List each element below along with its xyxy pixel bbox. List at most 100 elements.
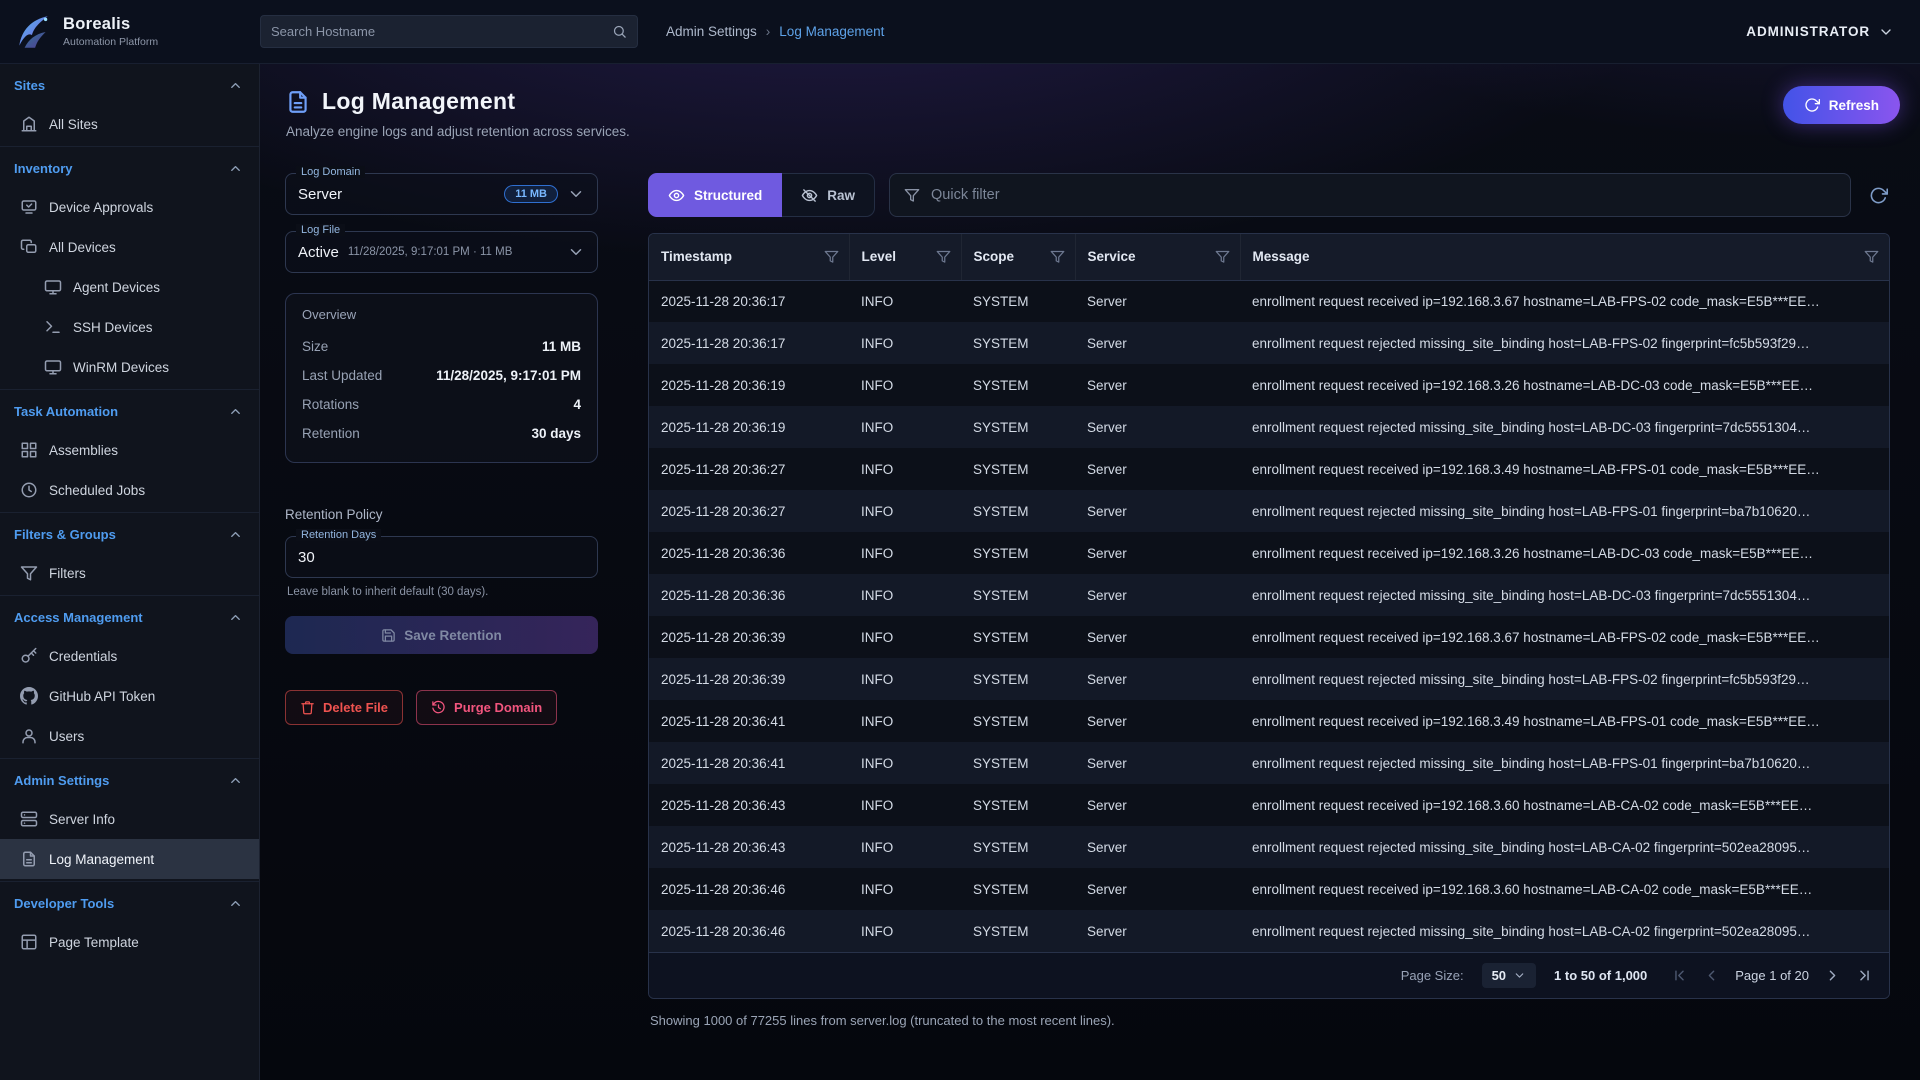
cell-level: INFO xyxy=(849,574,961,616)
filter-icon[interactable] xyxy=(936,249,951,264)
log-viewer: Structured Raw xyxy=(648,173,1890,1028)
chevron-down-icon xyxy=(567,243,585,261)
funnel-icon xyxy=(20,564,38,582)
cell-message: enrollment request received ip=192.168.3… xyxy=(1240,364,1889,406)
sidebar-section-developer-tools[interactable]: Developer Tools xyxy=(0,884,259,922)
hostname-search[interactable] xyxy=(260,15,638,48)
filter-icon[interactable] xyxy=(1864,249,1879,264)
table-row[interactable]: 2025-11-28 20:36:41 INFO SYSTEM Server e… xyxy=(649,742,1889,784)
quick-filter-input[interactable] xyxy=(931,187,1836,203)
sidebar-section-filters-groups[interactable]: Filters & Groups xyxy=(0,515,259,553)
sidebar-item-github-api-token[interactable]: GitHub API Token xyxy=(0,676,259,716)
cell-level: INFO xyxy=(849,742,961,784)
grid-icon xyxy=(20,441,38,459)
monitor-icon xyxy=(44,358,62,376)
save-retention-button[interactable]: Save Retention xyxy=(285,616,598,654)
sidebar-item-server-info[interactable]: Server Info xyxy=(0,799,259,839)
hostname-search-input[interactable] xyxy=(271,24,612,39)
chevron-up-icon xyxy=(228,773,243,788)
sidebar-item-assemblies[interactable]: Assemblies xyxy=(0,430,259,470)
cell-timestamp: 2025-11-28 20:36:46 xyxy=(649,910,849,952)
user-menu[interactable]: ADMINISTRATOR xyxy=(1746,24,1894,40)
table-row[interactable]: 2025-11-28 20:36:27 INFO SYSTEM Server e… xyxy=(649,490,1889,532)
cell-message: enrollment request rejected missing_site… xyxy=(1240,826,1889,868)
eye-icon xyxy=(668,187,685,204)
sidebar-item-page-template[interactable]: Page Template xyxy=(0,922,259,962)
sidebar-item-agent-devices[interactable]: Agent Devices xyxy=(0,267,259,307)
log-domain-select[interactable]: Log Domain Server 11 MB xyxy=(285,173,598,215)
table-row[interactable]: 2025-11-28 20:36:36 INFO SYSTEM Server e… xyxy=(649,532,1889,574)
tab-raw[interactable]: Raw xyxy=(782,173,875,217)
chevron-up-icon xyxy=(228,404,243,419)
refresh-button[interactable]: Refresh xyxy=(1783,86,1900,124)
log-file-value: Active xyxy=(298,244,339,261)
filter-icon[interactable] xyxy=(1050,249,1065,264)
table-row[interactable]: 2025-11-28 20:36:27 INFO SYSTEM Server e… xyxy=(649,448,1889,490)
overview-card: Overview Size 11 MB Last Updated 11/28/2… xyxy=(285,293,598,463)
brand-name: Borealis xyxy=(63,15,158,33)
cell-service: Server xyxy=(1075,574,1240,616)
filter-icon[interactable] xyxy=(824,249,839,264)
sidebar-section-sites[interactable]: Sites xyxy=(0,66,259,104)
table-row[interactable]: 2025-11-28 20:36:46 INFO SYSTEM Server e… xyxy=(649,910,1889,952)
cell-service: Server xyxy=(1075,658,1240,700)
table-row[interactable]: 2025-11-28 20:36:43 INFO SYSTEM Server e… xyxy=(649,784,1889,826)
sidebar-item-device-approvals[interactable]: Device Approvals xyxy=(0,187,259,227)
delete-file-button[interactable]: Delete File xyxy=(285,690,403,725)
table-row[interactable]: 2025-11-28 20:36:19 INFO SYSTEM Server e… xyxy=(649,364,1889,406)
cell-level: INFO xyxy=(849,532,961,574)
sidebar-item-scheduled-jobs[interactable]: Scheduled Jobs xyxy=(0,470,259,510)
table-row[interactable]: 2025-11-28 20:36:39 INFO SYSTEM Server e… xyxy=(649,658,1889,700)
retention-days-field[interactable]: Retention Days xyxy=(285,536,598,578)
cell-timestamp: 2025-11-28 20:36:27 xyxy=(649,448,849,490)
first-page-button[interactable] xyxy=(1671,967,1688,984)
sidebar-item-ssh-devices[interactable]: SSH Devices xyxy=(0,307,259,347)
sidebar-section-task-automation[interactable]: Task Automation xyxy=(0,392,259,430)
cell-scope: SYSTEM xyxy=(961,910,1075,952)
cell-service: Server xyxy=(1075,490,1240,532)
table-row[interactable]: 2025-11-28 20:36:17 INFO SYSTEM Server e… xyxy=(649,280,1889,322)
sidebar-section-access-management[interactable]: Access Management xyxy=(0,598,259,636)
sidebar-item-all-devices[interactable]: All Devices xyxy=(0,227,259,267)
table-refresh-button[interactable] xyxy=(1867,184,1890,207)
retention-days-input[interactable] xyxy=(298,549,585,566)
breadcrumb-current[interactable]: Log Management xyxy=(779,24,884,39)
sidebar-item-users[interactable]: Users xyxy=(0,716,259,756)
page-indicator: Page 1 of 20 xyxy=(1735,968,1809,983)
cell-level: INFO xyxy=(849,826,961,868)
retention-days-label: Retention Days xyxy=(296,529,381,541)
purge-domain-button[interactable]: Purge Domain xyxy=(416,690,557,725)
prev-page-button[interactable] xyxy=(1703,967,1720,984)
quick-filter[interactable] xyxy=(889,173,1851,217)
table-row[interactable]: 2025-11-28 20:36:17 INFO SYSTEM Server e… xyxy=(649,322,1889,364)
sidebar-item-log-management[interactable]: Log Management xyxy=(0,839,259,879)
cell-scope: SYSTEM xyxy=(961,658,1075,700)
cell-level: INFO xyxy=(849,910,961,952)
log-file-select[interactable]: Log File Active 11/28/2025, 9:17:01 PM ·… xyxy=(285,231,598,273)
table-row[interactable]: 2025-11-28 20:36:39 INFO SYSTEM Server e… xyxy=(649,616,1889,658)
cell-timestamp: 2025-11-28 20:36:41 xyxy=(649,742,849,784)
sidebar-item-winrm-devices[interactable]: WinRM Devices xyxy=(0,347,259,387)
sidebar-section-inventory[interactable]: Inventory xyxy=(0,149,259,187)
sidebar-item-credentials[interactable]: Credentials xyxy=(0,636,259,676)
chevron-up-icon xyxy=(228,896,243,911)
table-row[interactable]: 2025-11-28 20:36:41 INFO SYSTEM Server e… xyxy=(649,700,1889,742)
sidebar-section-admin-settings[interactable]: Admin Settings xyxy=(0,761,259,799)
page-size-select[interactable]: 50 xyxy=(1482,963,1536,988)
table-row[interactable]: 2025-11-28 20:36:19 INFO SYSTEM Server e… xyxy=(649,406,1889,448)
cell-level: INFO xyxy=(849,868,961,910)
table-row[interactable]: 2025-11-28 20:36:36 INFO SYSTEM Server e… xyxy=(649,574,1889,616)
tab-structured[interactable]: Structured xyxy=(648,173,782,217)
last-page-button[interactable] xyxy=(1856,967,1873,984)
sidebar-item-all-sites[interactable]: All Sites xyxy=(0,104,259,144)
next-page-button[interactable] xyxy=(1824,967,1841,984)
filter-icon[interactable] xyxy=(1215,249,1230,264)
sidebar-item-filters[interactable]: Filters xyxy=(0,553,259,593)
breadcrumb-parent[interactable]: Admin Settings xyxy=(666,24,757,39)
cell-service: Server xyxy=(1075,364,1240,406)
table-row[interactable]: 2025-11-28 20:36:46 INFO SYSTEM Server e… xyxy=(649,868,1889,910)
funnel-icon xyxy=(904,187,920,203)
breadcrumb-separator: › xyxy=(766,24,771,39)
cell-level: INFO xyxy=(849,448,961,490)
table-row[interactable]: 2025-11-28 20:36:43 INFO SYSTEM Server e… xyxy=(649,826,1889,868)
